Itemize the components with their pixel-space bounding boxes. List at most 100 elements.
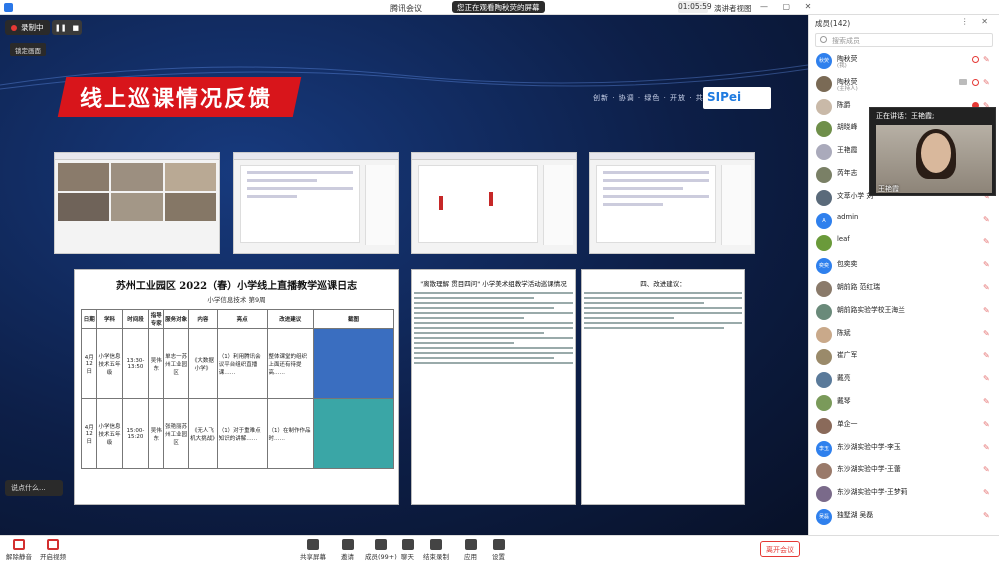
member-name: 朝前路 范红瑞 xyxy=(837,282,880,291)
member-search-input[interactable]: 搜索成员 xyxy=(815,33,993,47)
doc-subtitle: 小学信息技术 第9周 xyxy=(207,296,266,304)
col-header: 时间段 xyxy=(121,309,150,329)
avatar xyxy=(816,486,832,503)
member-name: 戴琴 xyxy=(837,396,851,405)
mic-off-icon: ✎ xyxy=(983,442,990,452)
member-name: 东沙湖实验中学-李玉 xyxy=(837,442,901,451)
video-button[interactable]: 开启视频 xyxy=(40,539,66,561)
member-row[interactable]: 秋荧 陶秋荧 (我) ✎ xyxy=(809,49,999,72)
member-name: 独墅湖 吴磊 xyxy=(837,510,874,519)
sipei-logo: SIPei xyxy=(703,87,771,109)
patrol-log-table: 日期 学科 时间段 指导专家 服务对象 内容 亮点 改进建议 截图 4月12日小… xyxy=(80,309,394,469)
member-name: 陈斌 xyxy=(837,328,851,337)
member-role: (主持人) xyxy=(837,85,858,92)
pause-icon[interactable]: ❚❚ xyxy=(55,24,67,32)
active-speaker-video[interactable]: 正在讲话：王艳霞; 王艳霞 xyxy=(869,107,996,196)
screenshot-thumbnail xyxy=(589,152,755,254)
chat-button[interactable]: 聊天 xyxy=(401,539,414,561)
suggestion-document: 四、改进建议： xyxy=(581,269,745,505)
member-name: leaf xyxy=(837,235,850,244)
member-row[interactable]: leaf ✎ xyxy=(809,231,999,254)
camera-off-icon xyxy=(47,539,59,550)
mic-off-icon: ✎ xyxy=(983,77,990,87)
avatar: 李玉 xyxy=(816,440,832,457)
app-logo-icon xyxy=(4,3,13,12)
member-row[interactable]: 戴琴 ✎ xyxy=(809,391,999,414)
leave-meeting-button[interactable]: 离开会议 xyxy=(760,541,800,557)
meeting-timer: 01:05:59 xyxy=(678,1,712,13)
col-header: 内容 xyxy=(188,309,218,329)
avatar xyxy=(816,372,832,389)
mic-off-icon: ✎ xyxy=(983,374,990,384)
avatar xyxy=(816,394,832,411)
col-header: 服务对象 xyxy=(163,309,190,329)
mute-button[interactable]: 解除静音 xyxy=(6,539,32,561)
member-row[interactable]: 朝前路实验学校王海兰 ✎ xyxy=(809,300,999,323)
members-title: 成员(142) xyxy=(815,19,851,28)
member-row[interactable]: 戴亮 ✎ xyxy=(809,368,999,391)
member-row[interactable]: 朝前路 范红瑞 ✎ xyxy=(809,277,999,300)
recording-indicator[interactable]: 录制中 xyxy=(5,20,50,35)
record-icon xyxy=(430,539,442,550)
window-title: 腾讯会议 xyxy=(390,4,422,13)
speaker-video-feed xyxy=(876,125,992,193)
gear-icon xyxy=(492,539,505,550)
member-name: 胡晓峰 xyxy=(837,123,858,132)
slide: 线上巡课情况反馈 创新 · 协调 · 绿色 · 开放 · 共享 SIPei 苏州… xyxy=(0,15,808,535)
member-row[interactable]: 陶秋荧 (主持人) ✎ xyxy=(809,72,999,95)
avatar xyxy=(816,417,832,434)
avatar xyxy=(816,189,832,206)
meeting-toolbar: 解除静音 开启视频 共享屏幕 邀请 成员(99+) 聊天 结束录制 应用 设置 … xyxy=(0,535,999,562)
member-row[interactable]: 奕奕 包奕奕 ✎ xyxy=(809,254,999,277)
recording-controls[interactable]: ❚❚ ■ xyxy=(52,20,82,35)
members-header: 成员(142) ⋮ ✕ xyxy=(809,15,999,31)
suggestion-heading: 四、改进建议： xyxy=(640,280,686,288)
member-row[interactable]: 吴磊 独墅湖 吴磊 ✎ xyxy=(809,505,999,528)
invite-icon xyxy=(341,539,354,550)
stop-icon[interactable]: ■ xyxy=(72,24,79,32)
meeting-window: 腾讯会议 您正在观看陶秋荧的屏幕 01:05:59 演讲者视图 — ▢ ✕ 线上… xyxy=(0,0,999,562)
share-screen-button[interactable]: 共享屏幕 xyxy=(300,539,326,561)
mic-off-icon: ✎ xyxy=(983,328,990,338)
members-button[interactable]: 成员(99+) xyxy=(365,539,397,561)
avatar xyxy=(816,75,832,92)
avatar xyxy=(816,349,832,366)
chat-input[interactable]: 说点什么... xyxy=(5,480,63,496)
screenshot-thumbnail xyxy=(54,152,220,254)
mic-off-icon: ✎ xyxy=(983,419,990,429)
screenshot-thumbnail xyxy=(233,152,399,254)
member-row[interactable]: 陈斌 ✎ xyxy=(809,323,999,346)
record-icon xyxy=(972,56,979,63)
patrol-log-document: 苏州工业园区 2022（春）小学线上直播教学巡课日志 小学信息技术 第9周 日期… xyxy=(74,269,399,505)
mic-off-icon: ✎ xyxy=(983,510,990,520)
col-header: 指导专家 xyxy=(148,309,165,329)
member-name: 崔广军 xyxy=(837,351,858,360)
member-name: 文萃小学 刘 xyxy=(837,191,874,200)
mic-off-icon: ✎ xyxy=(983,214,990,224)
member-name: 芮年志 xyxy=(837,168,858,177)
member-row[interactable]: 东沙湖实验中学-王蕾 ✎ xyxy=(809,459,999,482)
invite-button[interactable]: 邀请 xyxy=(341,539,354,561)
table-row: 4月12日 小学信息技术五年级 13:30-13:50 吴伟东 单志一苏州工业园区 《大… xyxy=(80,328,394,399)
panel-controls[interactable]: ⋮ ✕ xyxy=(961,17,993,26)
table-row: 4月12日 小学信息技术五年级 15:00-15:20 吴伟东 张艳丽苏州工业园区 《无… xyxy=(80,398,394,469)
member-row[interactable]: Aadmin ✎ xyxy=(809,209,999,232)
member-name: 单企一 xyxy=(837,419,858,428)
mic-off-icon: ✎ xyxy=(983,305,990,315)
window-controls[interactable]: — ▢ ✕ xyxy=(760,2,817,11)
settings-button[interactable]: 设置 xyxy=(492,539,505,561)
member-row[interactable]: 东沙湖实验中学-王梦莉 ✎ xyxy=(809,482,999,505)
lock-screen-button[interactable]: 锁定画面 xyxy=(10,43,46,56)
mic-off-icon: ✎ xyxy=(983,260,990,270)
record-button[interactable]: 结束录制 xyxy=(423,539,449,561)
member-name: 陈爵 xyxy=(837,100,851,109)
row-screenshot xyxy=(313,328,394,399)
member-row[interactable]: 李玉 东沙湖实验中学-李玉 ✎ xyxy=(809,437,999,460)
apps-button[interactable]: 应用 xyxy=(464,539,477,561)
member-row[interactable]: 崔广军 ✎ xyxy=(809,345,999,368)
doc-title: 苏州工业园区 2022（春）小学线上直播教学巡课日志 xyxy=(115,281,358,292)
member-row[interactable]: 单企一 ✎ xyxy=(809,414,999,437)
member-name: 朝前路实验学校王海兰 xyxy=(837,305,905,314)
col-header: 学科 xyxy=(96,309,123,329)
view-mode-dropdown[interactable]: 演讲者视图 xyxy=(714,3,752,14)
